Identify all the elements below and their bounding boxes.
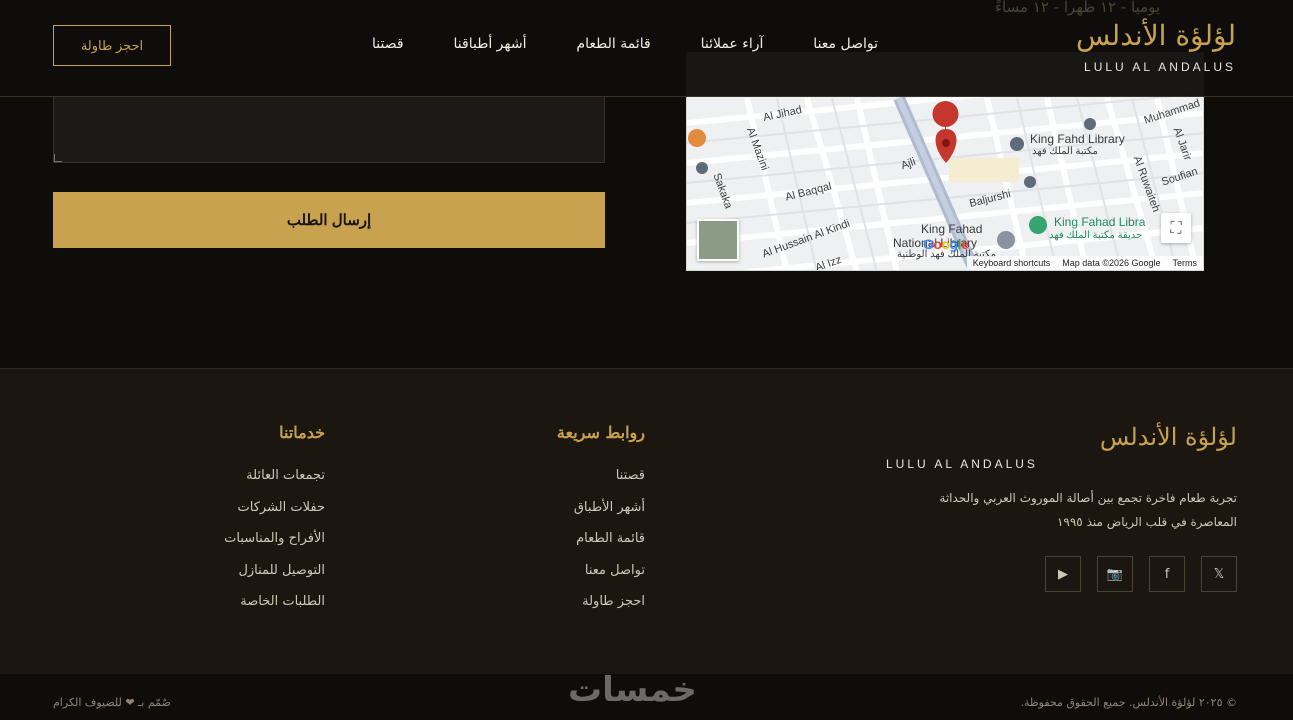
x-twitter-icon[interactable]: 𝕏: [1201, 556, 1237, 592]
brand-logo[interactable]: لؤلؤة الأندلس LULU AL ANDALUS: [1076, 18, 1236, 74]
footer-description: تجربة طعام فاخرة تجمع بين أصالة الموروث …: [939, 491, 1237, 529]
made-with-love-text: صُمّم بـ ❤ للضيوف الكرام: [53, 696, 171, 709]
copyright-text: © ٢٠٢٥ لؤلؤة الأندلس. جميع الحقوق محفوظة…: [1020, 696, 1237, 709]
resize-handle-icon[interactable]: [54, 154, 62, 162]
quick-links-column: روابط سريعة قصتنا أشهر الأطباق قائمة الط…: [557, 423, 645, 626]
place-label: حديقة مكتبة الملك فهد: [1049, 230, 1143, 241]
site-header: يومياً - ١٢ ظهراً - ١٢ مساءً لؤلؤة الأند…: [0, 0, 1293, 97]
service-link[interactable]: الطلبات الخاصة: [224, 594, 325, 626]
service-link[interactable]: التوصيل للمنازل: [224, 563, 325, 595]
social-links: 𝕏 f 📷 ▶: [1045, 556, 1237, 592]
footer-link[interactable]: قائمة الطعام: [557, 531, 645, 563]
map-data-text: Map data ©2026 Google: [1062, 258, 1161, 268]
place-label: King Fahad: [921, 222, 983, 236]
satellite-toggle[interactable]: [697, 219, 739, 261]
place-label: King Fahd Library: [1030, 132, 1125, 146]
footer-link[interactable]: قصتنا: [557, 468, 645, 500]
copyright-bar: © ٢٠٢٥ لؤلؤة الأندلس. جميع الحقوق محفوظة…: [0, 670, 1293, 720]
reserve-table-button[interactable]: احجز طاولة: [53, 25, 171, 66]
hours-text: يومياً - ١٢ ظهراً - ١٢ مساءً: [995, 0, 1161, 16]
youtube-icon[interactable]: ▶: [1045, 556, 1081, 592]
place-label: مكتبة الملك فهد: [1032, 146, 1098, 157]
map-attribution: Keyboard shortcuts Map data ©2026 Google…: [966, 256, 1203, 270]
site-footer: لؤلؤة الأندلس LULU AL ANDALUS تجربة طعام…: [0, 368, 1293, 674]
service-link[interactable]: تجمعات العائلة: [224, 468, 325, 500]
service-link[interactable]: حفلات الشركات: [224, 500, 325, 532]
footer-brand-en: LULU AL ANDALUS: [886, 457, 1038, 471]
nav-dishes[interactable]: أشهر أطباقنا: [454, 36, 527, 56]
main-nav: قصتنا أشهر أطباقنا قائمة الطعام آراء عمل…: [372, 36, 878, 56]
services-title: خدماتنا: [279, 423, 325, 442]
footer-link[interactable]: أشهر الأطباق: [557, 500, 645, 532]
watermark-logo: خمسات: [568, 670, 697, 710]
keyboard-shortcuts-link[interactable]: Keyboard shortcuts: [973, 258, 1051, 268]
place-label: King Fahad Libra: [1054, 215, 1146, 229]
nav-contact[interactable]: تواصل معنا: [813, 36, 878, 56]
terms-link[interactable]: Terms: [1173, 258, 1198, 268]
google-logo: Google: [923, 236, 969, 252]
brand-name-en: LULU AL ANDALUS: [1084, 60, 1236, 74]
send-request-button[interactable]: إرسال الطلب: [53, 192, 605, 248]
brand-name-ar: لؤلؤة الأندلس: [1075, 19, 1236, 52]
nav-story[interactable]: قصتنا: [372, 36, 404, 56]
message-textarea[interactable]: [53, 96, 605, 163]
footer-link[interactable]: تواصل معنا: [557, 563, 645, 595]
footer-link[interactable]: احجز طاولة: [557, 594, 645, 626]
fullscreen-icon[interactable]: ⛶: [1161, 213, 1191, 243]
nav-reviews[interactable]: آراء عملائنا: [701, 36, 764, 56]
service-link[interactable]: الأفراح والمناسبات: [224, 531, 325, 563]
facebook-icon[interactable]: f: [1149, 556, 1185, 592]
instagram-icon[interactable]: 📷: [1097, 556, 1133, 592]
quick-links-title: روابط سريعة: [556, 423, 645, 442]
services-column: خدماتنا تجمعات العائلة حفلات الشركات الأ…: [224, 423, 325, 626]
footer-brand-ar: لؤلؤة الأندلس: [1099, 423, 1237, 451]
nav-menu[interactable]: قائمة الطعام: [576, 36, 650, 56]
